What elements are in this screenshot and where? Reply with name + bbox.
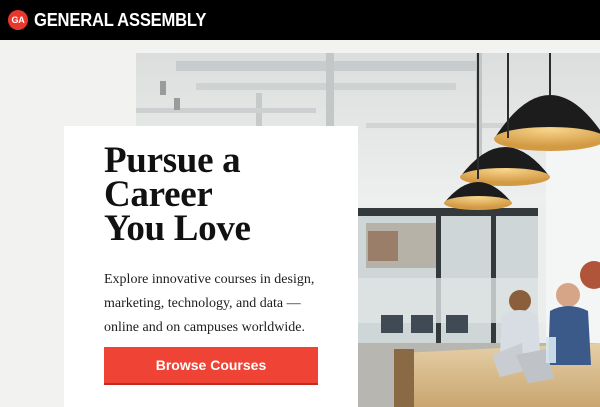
hero-description: Explore innovative courses in design, ma… [104, 268, 352, 340]
brand-logo[interactable]: GA GENERAL ASSEMBLY [8, 9, 221, 31]
description-line: Explore innovative courses in design, [104, 272, 315, 287]
top-nav-bar: GA GENERAL ASSEMBLY [0, 0, 600, 40]
ga-logo-badge: GA [8, 10, 28, 30]
headline-line: Pursue a [104, 140, 241, 181]
description-line: marketing, technology, and data — [104, 296, 301, 311]
headline-line: Career [104, 174, 213, 215]
hero-card: Pursue a Career You Love Explore innovat… [64, 126, 358, 407]
hero-headline: Pursue a Career You Love [104, 140, 354, 249]
brand-name: GENERAL ASSEMBLY [34, 9, 207, 30]
description-line: online and on campuses worldwide. [104, 320, 306, 335]
browse-courses-button[interactable]: Browse Courses [104, 347, 318, 385]
headline-line: You Love [104, 208, 251, 249]
